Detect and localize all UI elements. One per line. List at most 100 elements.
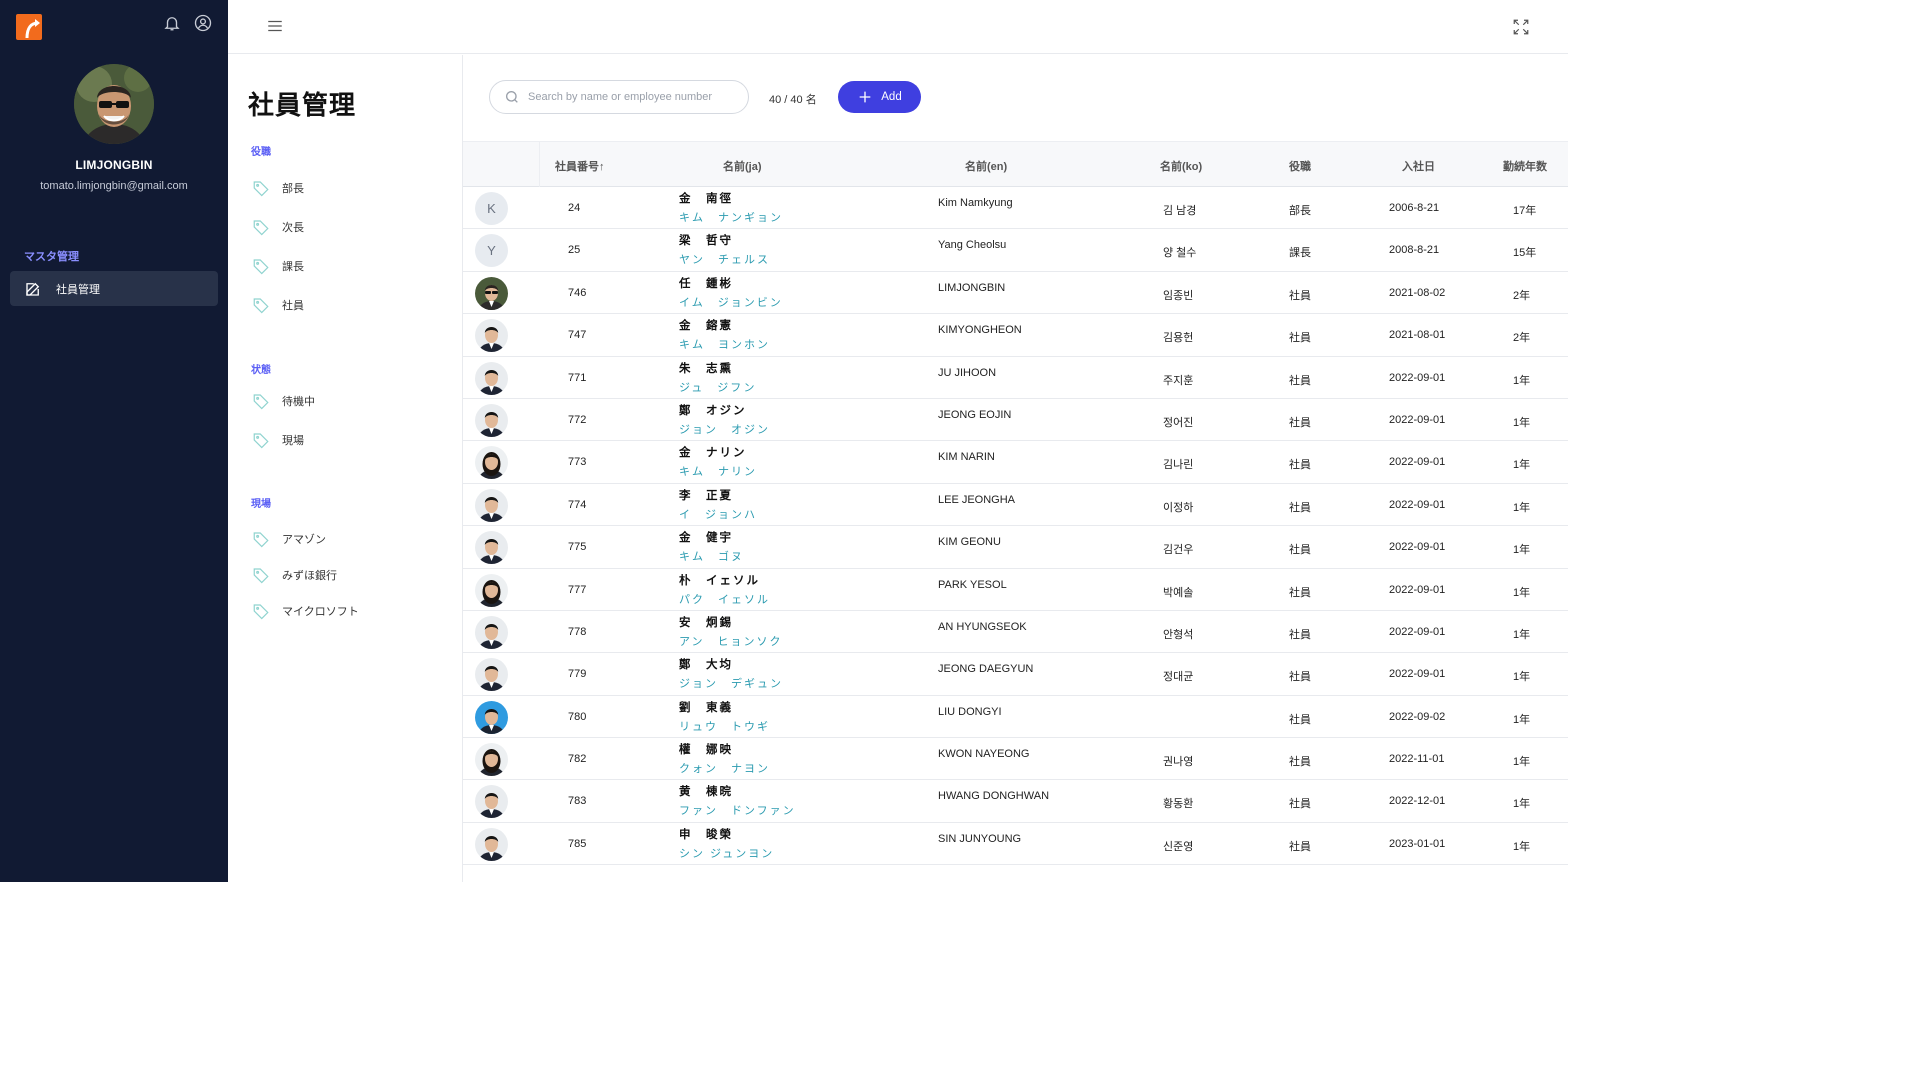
table-row[interactable]: 771 朱 志熏 ジュ ジフン JU JIHOON 주지훈 社員 2022-09-01 1年 bbox=[463, 357, 1568, 399]
table-row[interactable]: 775 金 健宇 キム ゴヌ KIM GEONU 김건우 社員 2022-09-01 1年 bbox=[463, 526, 1568, 569]
column-header-name-en[interactable]: 名前(en) bbox=[965, 158, 1007, 174]
tag-icon bbox=[253, 568, 269, 584]
employee-number: 772 bbox=[568, 413, 587, 426]
name-ja: 朴 イェソル bbox=[679, 574, 760, 587]
table-row[interactable]: 778 安 炯錫 アン ヒョンソク AN HYUNGSEOK 안형석 社員 2022-09-… bbox=[463, 611, 1568, 654]
name-ja: 金 ナリン bbox=[679, 447, 747, 460]
filter-item-role[interactable]: 社員 bbox=[252, 295, 304, 315]
column-header-name-ko[interactable]: 名前(ko) bbox=[1160, 158, 1202, 174]
name-en: SIN JUNYOUNG bbox=[938, 832, 1022, 845]
filter-panel: 社員管理 役職 部長 次長 課長 社員 状態 待機中 現場 現場 アマゾン みず… bbox=[228, 55, 463, 882]
role: 社員 bbox=[1289, 840, 1311, 853]
menu-icon[interactable] bbox=[266, 17, 286, 37]
role: 社員 bbox=[1289, 459, 1311, 472]
table-row[interactable]: 780 劉 東義 リュウ トウギ LIU DONGYI 社員 2022-09-02 1年 bbox=[463, 696, 1568, 739]
role: 社員 bbox=[1289, 416, 1311, 429]
name-en: LIMJONGBIN bbox=[938, 281, 1006, 294]
filter-item-site[interactable]: マイクロソフト bbox=[252, 601, 359, 621]
fullscreen-icon[interactable] bbox=[1512, 18, 1532, 38]
name-en: AN HYUNGSEOK bbox=[938, 620, 1027, 633]
role: 部長 bbox=[1289, 205, 1311, 217]
profile-email: tomato.limjongbin@gmail.com bbox=[40, 180, 188, 192]
avatar bbox=[475, 361, 508, 395]
avatar bbox=[475, 615, 508, 649]
user-circle-icon[interactable] bbox=[194, 14, 214, 34]
avatar bbox=[475, 531, 508, 565]
add-employee-button[interactable]: Add bbox=[838, 81, 921, 113]
name-ja: 金 鎔憲 bbox=[679, 320, 733, 333]
join-date: 2006-8-21 bbox=[1389, 202, 1440, 214]
employee-number: 777 bbox=[568, 583, 587, 596]
search-input[interactable] bbox=[528, 91, 728, 103]
search-box[interactable] bbox=[489, 80, 749, 114]
table-row[interactable]: 777 朴 イェソル パク イェソル PARK YESOL 박예솔 社員 2022-09-0… bbox=[463, 569, 1568, 611]
years-of-service: 1年 bbox=[1513, 586, 1531, 599]
table-row[interactable]: 779 鄭 大均 ジョン デギュン JEONG DAEGYUN 정대균 社員 2022-09… bbox=[463, 653, 1568, 696]
filter-item-status[interactable]: 現場 bbox=[252, 430, 304, 450]
filter-item-label: アマゾン bbox=[282, 534, 326, 546]
name-ja: 梁 哲守 bbox=[679, 235, 733, 248]
table-row[interactable]: 747 金 鎔憲 キム ヨンホン KIMYONGHEON 김용헌 社員 2021-08-01… bbox=[463, 314, 1568, 357]
years-of-service: 1年 bbox=[1513, 374, 1531, 387]
bell-icon[interactable] bbox=[163, 14, 183, 34]
years-of-service: 1年 bbox=[1513, 416, 1531, 429]
role: 社員 bbox=[1289, 671, 1311, 684]
join-date: 2022-09-01 bbox=[1389, 668, 1446, 681]
role: 社員 bbox=[1289, 374, 1311, 387]
name-en: JEONG DAEGYUN bbox=[938, 663, 1034, 676]
employee-table: 社員番号↑ 名前(ja) 名前(en) 名前(ko) 役職 入社日 勤続年数 K… bbox=[463, 141, 1568, 866]
main-content: 40 / 40 名 Add 社員番号↑ 名前(ja) 名前(en) 名前(ko)… bbox=[463, 55, 1568, 882]
filter-item-role[interactable]: 部長 bbox=[252, 178, 304, 198]
profile-avatar[interactable] bbox=[74, 64, 154, 144]
top-bar bbox=[228, 0, 1568, 54]
employee-number: 780 bbox=[568, 710, 587, 723]
table-row[interactable]: 746 任 鍾彬 イム ジョンビン LIMJONGBIN 임종빈 社員 2021-08-02… bbox=[463, 272, 1568, 315]
name-kana: キム ナリン bbox=[679, 466, 757, 479]
table-row[interactable]: Y 25 梁 哲守 ヤン チェルス Yang Cheolsu 양 철수 課長 2008-8-2… bbox=[463, 229, 1568, 272]
filter-item-site[interactable]: みずほ銀行 bbox=[252, 565, 337, 585]
name-ko: 임종빈 bbox=[1163, 289, 1194, 302]
column-header-name-ja[interactable]: 名前(ja) bbox=[723, 158, 762, 174]
tag-icon bbox=[253, 394, 269, 410]
name-ko: 정대균 bbox=[1163, 671, 1194, 684]
join-date: 2022-11-01 bbox=[1389, 753, 1445, 766]
table-body: K 24 金 南徑 キム ナンギョン Kim Namkyung 김 남경 部長 2006-8-… bbox=[463, 187, 1568, 866]
table-row[interactable]: 773 金 ナリン キム ナリン KIM NARIN 김나린 社員 2022-09-01 1年 bbox=[463, 441, 1568, 484]
avatar-initial: K bbox=[487, 201, 496, 216]
app-logo[interactable] bbox=[16, 14, 42, 40]
table-row[interactable]: 772 鄭 オジン ジョン オジン JEONG EOJIN 정어진 社員 2022-09-0… bbox=[463, 399, 1568, 442]
avatar bbox=[475, 658, 508, 692]
column-header-join-date[interactable]: 入社日 bbox=[1402, 158, 1435, 174]
name-kana: ファン ドンファン bbox=[679, 805, 796, 818]
name-kana: ジョン デギュン bbox=[679, 678, 783, 691]
name-en: KIM GEONU bbox=[938, 536, 1001, 549]
name-ja: 劉 東義 bbox=[679, 701, 733, 714]
sidebar-item-employee-management[interactable]: 社員管理 bbox=[10, 271, 218, 306]
role: 社員 bbox=[1289, 586, 1311, 599]
table-row[interactable]: 785 申 晙榮 シン ジュンヨン SIN JUNYOUNG 신준영 社員 2023-01-… bbox=[463, 823, 1568, 866]
name-kana: クォン ナヨン bbox=[679, 763, 770, 776]
filter-item-status[interactable]: 待機中 bbox=[252, 391, 315, 411]
name-ja: 李 正夏 bbox=[679, 489, 733, 502]
filter-item-role[interactable]: 課長 bbox=[252, 256, 304, 276]
table-row[interactable]: K 24 金 南徑 キム ナンギョン Kim Namkyung 김 남경 部長 2006-8-… bbox=[463, 187, 1568, 230]
name-ja: 權 娜映 bbox=[679, 744, 733, 757]
table-row[interactable]: 774 李 正夏イ ジョンハ LEE JEONGHA 이정하 社員 2022-09-01 1… bbox=[463, 484, 1568, 527]
name-kana: キム ゴヌ bbox=[679, 551, 744, 564]
years-of-service: 1年 bbox=[1513, 798, 1531, 811]
name-ja: 申 晙榮 bbox=[679, 828, 733, 841]
column-header-years[interactable]: 勤続年数 bbox=[1503, 158, 1547, 174]
years-of-service: 1年 bbox=[1513, 756, 1531, 769]
filter-item-site[interactable]: アマゾン bbox=[252, 529, 326, 549]
name-kana: イ ジョンハ bbox=[679, 508, 757, 521]
column-header-employee-number[interactable]: 社員番号↑ bbox=[555, 158, 605, 174]
column-separator bbox=[539, 142, 540, 187]
table-row[interactable]: 782 權 娜映 クォン ナヨン KWON NAYEONG 권나영 社員 2022-11-0… bbox=[463, 738, 1568, 781]
years-of-service: 1年 bbox=[1513, 628, 1531, 641]
table-row[interactable]: 783 黄 棟晥 ファン ドンファン HWANG DONGHWAN 황동환 社員 2022-… bbox=[463, 780, 1568, 823]
name-kana: アン ヒョンソク bbox=[679, 635, 783, 648]
filter-item-role[interactable]: 次長 bbox=[252, 217, 304, 237]
column-header-role[interactable]: 役職 bbox=[1289, 158, 1311, 174]
employee-number: 746 bbox=[568, 286, 587, 299]
join-date: 2008-8-21 bbox=[1389, 244, 1440, 257]
